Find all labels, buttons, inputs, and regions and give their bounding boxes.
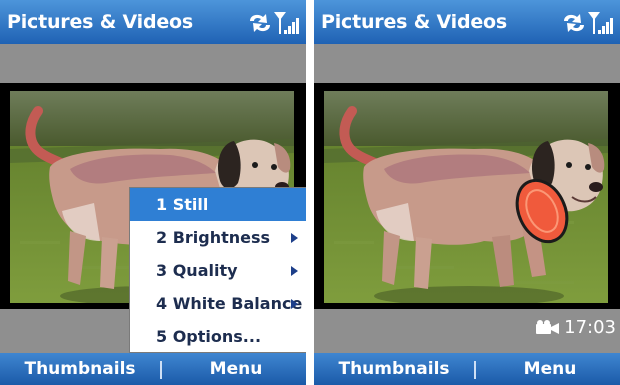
softkey-bar: Thumbnails Menu: [0, 353, 306, 385]
menu-item-still[interactable]: 1 Still: [130, 188, 306, 221]
menu-item-label: 4 White Balance: [156, 294, 303, 313]
recording-time: 17:03: [564, 316, 616, 338]
dog-photo: [324, 91, 608, 303]
menu-item-quality[interactable]: 3 Quality: [130, 254, 306, 287]
status-icons: [246, 9, 302, 37]
title-bar: Pictures & Videos: [314, 0, 620, 44]
menu-item-label: 1 Still: [156, 195, 209, 214]
sync-icon: [250, 14, 270, 32]
submenu-arrow-icon: [291, 233, 298, 243]
menu-item-white-balance[interactable]: 4 White Balance: [130, 287, 306, 320]
video-camera-icon: [536, 320, 560, 334]
softkey-divider: [474, 361, 476, 379]
status-icons: [560, 9, 616, 37]
phone-screen-right: Pictures & Videos 17:03 Thumbnails Menu: [314, 0, 620, 385]
context-menu: 1 Still 2 Brightness 3 Quality 4 White B…: [129, 187, 306, 353]
menu-item-label: 5 Options...: [156, 327, 262, 346]
menu-item-label: 3 Quality: [156, 261, 238, 280]
signal-strength-icon: [588, 12, 613, 34]
submenu-arrow-icon: [291, 299, 298, 309]
menu-item-brightness[interactable]: 2 Brightness: [130, 221, 306, 254]
menu-item-label: 2 Brightness: [156, 228, 271, 247]
softkey-bar: Thumbnails Menu: [314, 353, 620, 385]
menu-softkey[interactable]: Menu: [480, 359, 620, 379]
submenu-arrow-icon: [291, 266, 298, 276]
sync-icon: [564, 14, 584, 32]
title-bar: Pictures & Videos: [0, 0, 306, 44]
phone-screen-left: Pictures & Videos 1 Still 2 Brightness 3…: [0, 0, 306, 385]
app-title: Pictures & Videos: [321, 11, 508, 33]
softkey-divider: [160, 361, 162, 379]
menu-item-options[interactable]: 5 Options...: [130, 320, 306, 353]
video-status: 17:03: [535, 314, 616, 340]
thumbnails-softkey[interactable]: Thumbnails: [0, 359, 160, 379]
photo-frame: [314, 83, 620, 309]
menu-softkey[interactable]: Menu: [166, 359, 306, 379]
thumbnails-softkey[interactable]: Thumbnails: [314, 359, 474, 379]
signal-strength-icon: [274, 12, 299, 34]
app-title: Pictures & Videos: [7, 11, 194, 33]
